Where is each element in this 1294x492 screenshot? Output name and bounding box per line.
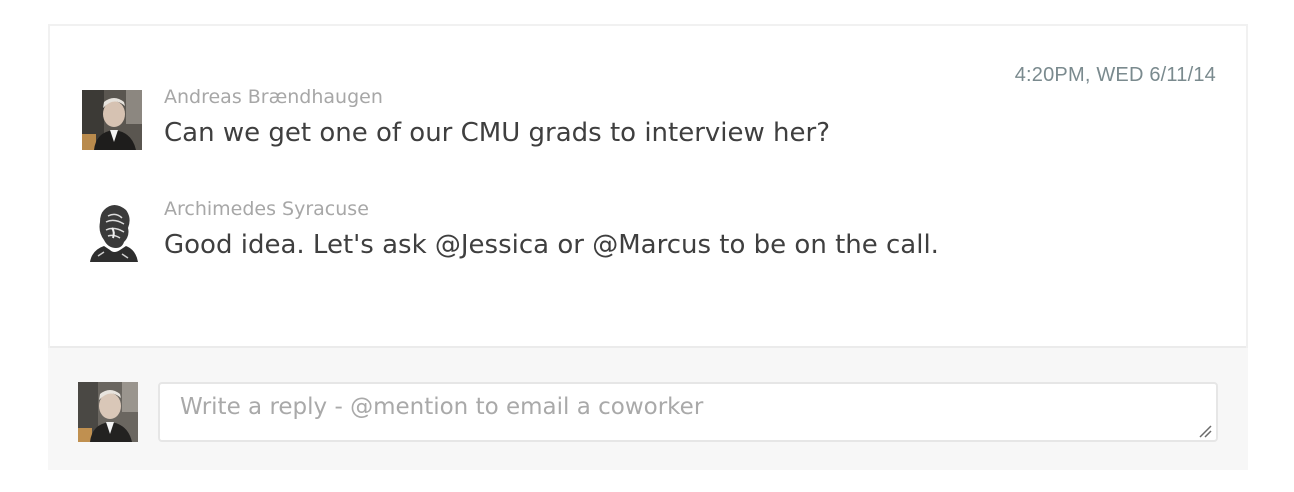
- comment-text: Can we get one of our CMU grads to inter…: [164, 118, 830, 148]
- author-avatar[interactable]: [82, 90, 142, 150]
- author-avatar[interactable]: [82, 202, 142, 262]
- comment-author[interactable]: Andreas Brændhaugen: [164, 86, 383, 108]
- person-photo-avatar-icon: [78, 382, 138, 442]
- bust-engraving-avatar-icon: [82, 202, 142, 262]
- comment-author[interactable]: Archimedes Syracuse: [164, 198, 369, 220]
- reply-composer: [48, 348, 1248, 470]
- comment-message: Andreas Brændhaugen Can we get one of ou…: [82, 86, 1182, 156]
- person-photo-avatar-icon: [82, 90, 142, 150]
- resize-handle-icon[interactable]: [1198, 424, 1212, 438]
- current-user-avatar: [78, 382, 138, 442]
- comment-message: Archimedes Syracuse Good idea. Let's ask…: [82, 198, 1182, 268]
- comment-text: Good idea. Let's ask @Jessica or @Marcus…: [164, 230, 939, 260]
- comment-card: 4:20PM, WED 6/11/14 Andreas Brændhaugen …: [48, 24, 1248, 470]
- thread-timestamp: 4:20PM, WED 6/11/14: [1014, 64, 1216, 86]
- comment-thread: 4:20PM, WED 6/11/14 Andreas Brændhaugen …: [50, 26, 1246, 346]
- reply-input[interactable]: [158, 382, 1218, 442]
